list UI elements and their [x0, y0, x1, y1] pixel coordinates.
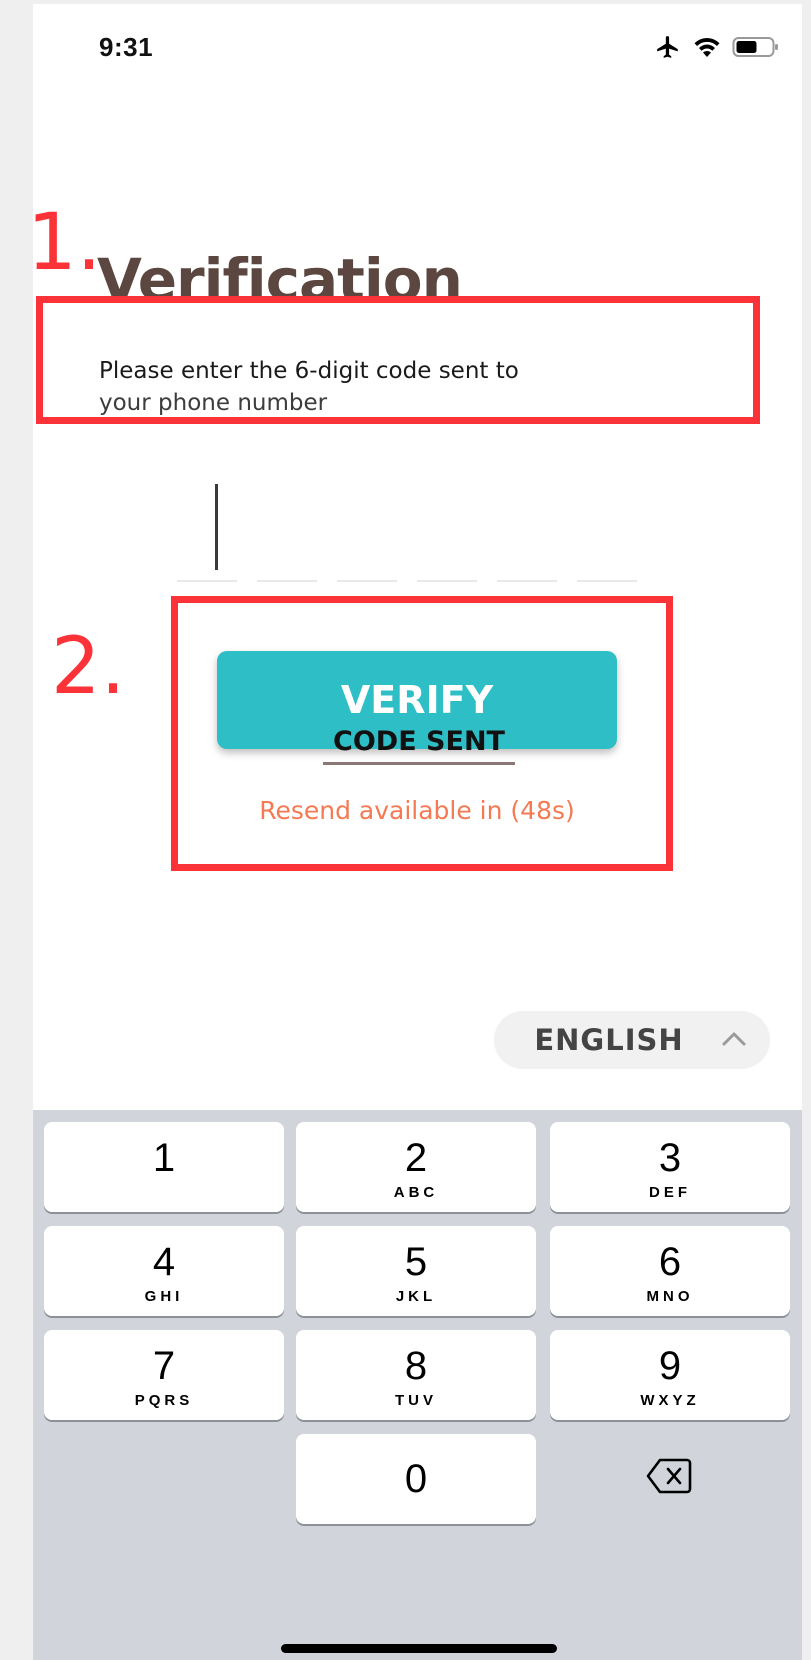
annotation-number-2: 2. — [51, 622, 126, 712]
numeric-keypad: 1 2 ABC 3 DEF 4 GHI 5 JKL 6 MNO 7 PQRS 8 TUV 9 W… — [33, 1110, 802, 1660]
language-selector[interactable]: ENGLISH — [494, 1011, 770, 1069]
key-digit: 6 — [658, 1240, 682, 1284]
backspace-icon — [646, 1457, 692, 1500]
status-icons — [654, 34, 780, 65]
key-4[interactable]: 4 GHI — [44, 1226, 284, 1316]
key-digit: 4 — [152, 1240, 176, 1284]
otp-digit-slot[interactable] — [417, 580, 477, 582]
key-3[interactable]: 3 DEF — [550, 1122, 790, 1212]
key-letters: TUV — [395, 1392, 437, 1409]
key-digit: 7 — [152, 1344, 176, 1388]
instruction-line-1: Please enter the 6-digit code sent to — [99, 358, 519, 384]
status-time: 9:31 — [99, 32, 154, 62]
key-letters: JKL — [395, 1288, 437, 1305]
key-8[interactable]: 8 TUV — [296, 1330, 536, 1420]
resend-countdown: Resend available in (48s) — [259, 796, 575, 825]
wifi-icon — [692, 35, 722, 64]
key-2[interactable]: 2 ABC — [296, 1122, 536, 1212]
key-6[interactable]: 6 MNO — [550, 1226, 790, 1316]
key-letters: GHI — [144, 1288, 184, 1305]
key-1[interactable]: 1 — [44, 1122, 284, 1212]
code-sent-label: CODE SENT — [333, 726, 505, 757]
delete-key[interactable] — [550, 1434, 790, 1524]
otp-digit-slot[interactable] — [497, 580, 557, 582]
code-sent-underline — [323, 762, 515, 765]
key-digit: 5 — [404, 1240, 428, 1284]
chevron-up-icon — [720, 1027, 748, 1056]
key-letters: DEF — [649, 1184, 691, 1201]
annotation-number-1: 1. — [33, 198, 102, 288]
key-digit: 2 — [404, 1136, 428, 1180]
key-digit: 3 — [658, 1136, 682, 1180]
otp-digit-slot[interactable] — [177, 580, 237, 582]
key-0[interactable]: 0 — [296, 1434, 536, 1524]
key-letters: ABC — [393, 1184, 439, 1201]
key-letters: PQRS — [134, 1392, 194, 1409]
key-letters: WXYZ — [640, 1392, 700, 1409]
language-label: ENGLISH — [534, 1023, 684, 1057]
otp-digit-slot[interactable] — [577, 580, 637, 582]
key-letters: MNO — [646, 1288, 694, 1305]
key-9[interactable]: 9 WXYZ — [550, 1330, 790, 1420]
battery-icon — [732, 35, 780, 64]
key-digit: 0 — [404, 1457, 428, 1501]
home-indicator — [281, 1644, 557, 1653]
phone-screen: 9:31 1. Verification Please enter the 6-… — [33, 4, 802, 1660]
key-digit: 1 — [152, 1136, 176, 1180]
otp-digit-slot[interactable] — [257, 580, 317, 582]
key-7[interactable]: 7 PQRS — [44, 1330, 284, 1420]
key-5[interactable]: 5 JKL — [296, 1226, 536, 1316]
instruction-line-2: your phone number — [99, 390, 328, 416]
key-digit: 9 — [658, 1344, 682, 1388]
key-digit: 8 — [404, 1344, 428, 1388]
otp-input[interactable] — [173, 474, 633, 586]
airplane-mode-icon — [654, 34, 682, 65]
text-cursor — [215, 484, 218, 570]
otp-digit-slot[interactable] — [337, 580, 397, 582]
